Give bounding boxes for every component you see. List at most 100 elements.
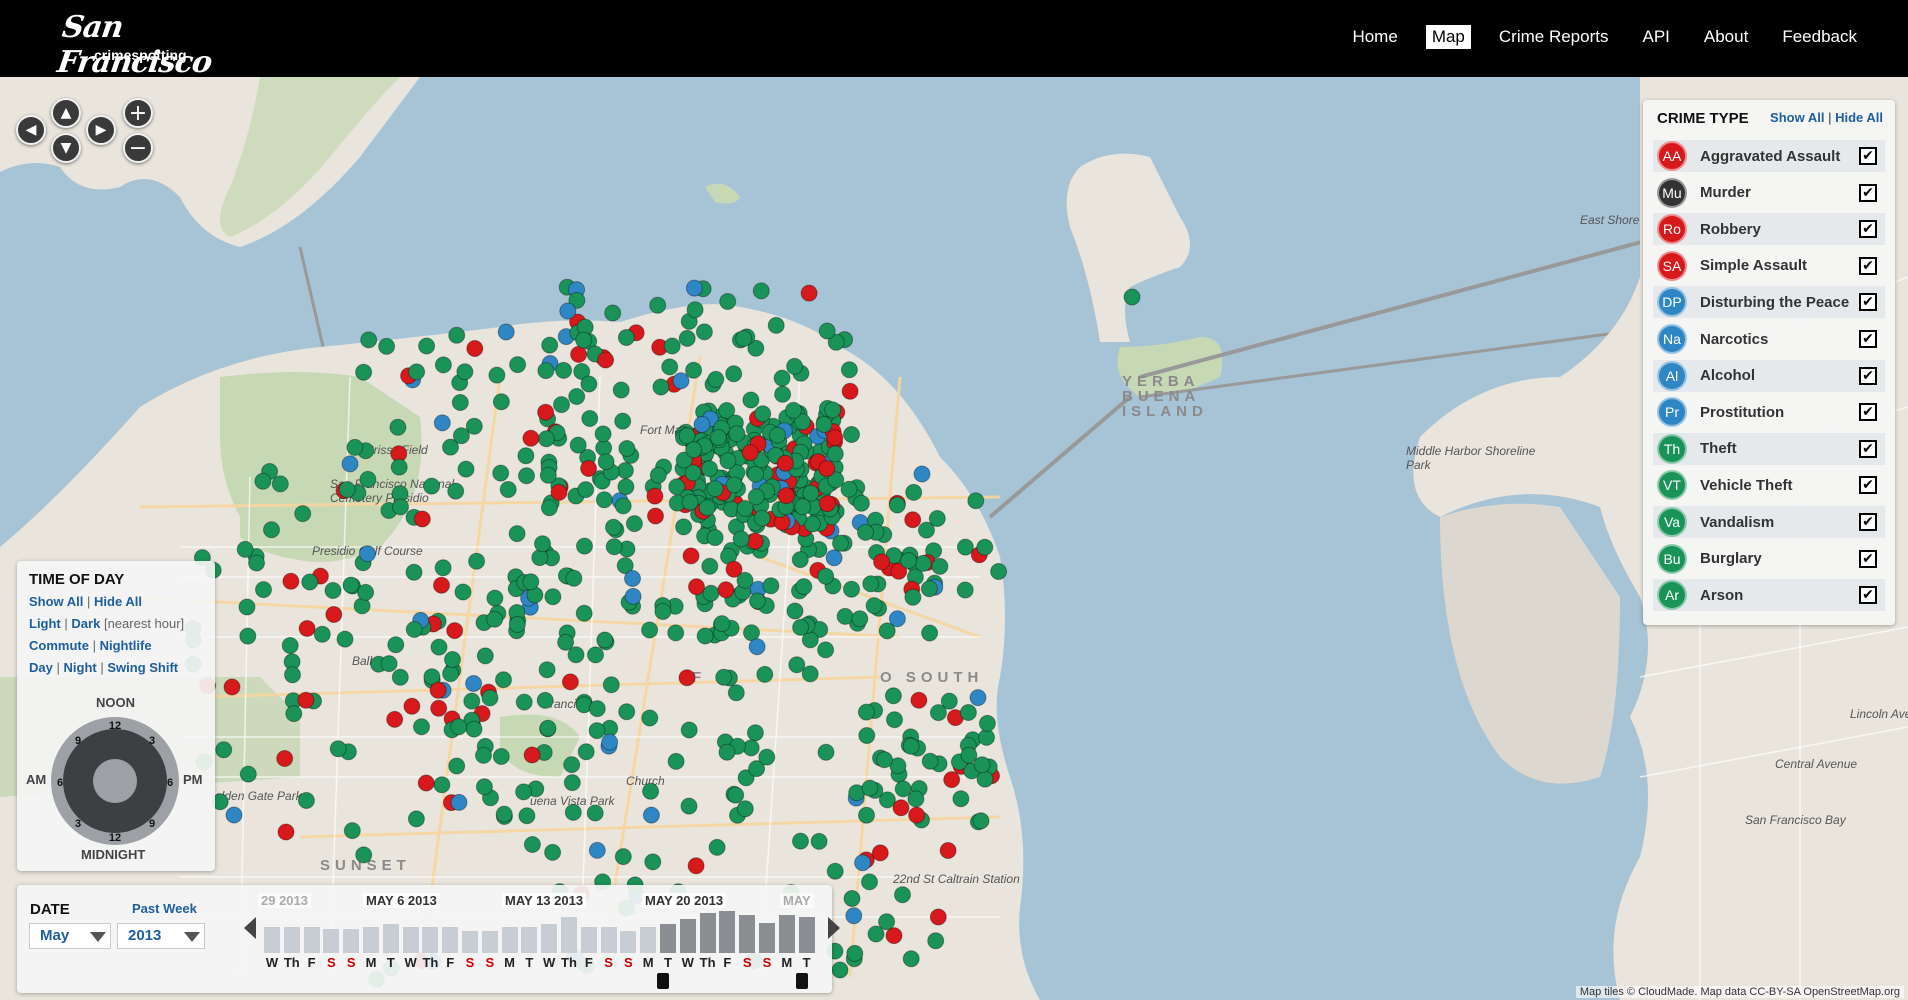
tod-show-all-link[interactable]: Show All <box>29 594 83 609</box>
crime-marker[interactable] <box>508 616 526 633</box>
crime-marker[interactable] <box>355 846 373 864</box>
crime-marker[interactable] <box>708 838 726 856</box>
crime-marker[interactable] <box>748 638 766 656</box>
crime-marker[interactable] <box>876 751 893 769</box>
crime-marker[interactable] <box>747 465 765 483</box>
crime-marker[interactable] <box>509 356 527 374</box>
crime-marker[interactable] <box>537 430 555 448</box>
timeline-day-bar[interactable] <box>719 911 736 953</box>
crime-marker[interactable] <box>905 483 923 501</box>
crime-marker[interactable] <box>818 495 836 513</box>
crime-marker[interactable] <box>238 598 256 616</box>
crime-marker[interactable] <box>497 323 515 341</box>
timeline-day-bar[interactable] <box>640 926 657 953</box>
crime-marker[interactable] <box>649 466 667 484</box>
crime-marker[interactable] <box>588 841 606 859</box>
crime-marker[interactable] <box>587 646 604 664</box>
nav-home[interactable]: Home <box>1346 25 1403 49</box>
crime-marker[interactable] <box>536 691 554 709</box>
crime-marker[interactable] <box>776 454 794 472</box>
crime-marker[interactable] <box>928 510 946 527</box>
crime-type-row[interactable]: Ro Robbery ✔ <box>1653 213 1885 246</box>
tod-day-link[interactable]: Day <box>29 660 53 675</box>
crime-marker[interactable] <box>719 293 737 310</box>
crime-marker[interactable] <box>413 510 431 528</box>
crime-marker[interactable] <box>301 573 319 591</box>
crime-marker[interactable] <box>978 714 996 732</box>
crime-marker[interactable] <box>791 551 809 569</box>
nav-about[interactable]: About <box>1698 25 1754 49</box>
crime-marker[interactable] <box>407 810 425 828</box>
crime-marker[interactable] <box>824 401 842 419</box>
crime-marker[interactable] <box>423 477 441 495</box>
crime-marker[interactable] <box>325 606 343 623</box>
crime-marker[interactable] <box>952 790 970 808</box>
pan-up-button[interactable]: ▲ <box>51 98 81 128</box>
past-week-link[interactable]: Past Week <box>132 901 197 916</box>
crime-marker[interactable] <box>555 361 573 379</box>
crime-marker[interactable] <box>624 570 641 587</box>
crime-marker[interactable] <box>858 806 875 824</box>
crime-marker[interactable] <box>523 836 541 853</box>
crime-marker[interactable] <box>908 806 926 824</box>
crime-marker[interactable] <box>463 692 481 710</box>
crime-marker[interactable] <box>904 511 922 529</box>
month-select[interactable]: May <box>29 923 111 949</box>
crime-marker[interactable] <box>539 466 557 484</box>
crime-marker[interactable] <box>515 783 533 801</box>
crime-marker[interactable] <box>861 873 878 891</box>
crime-marker[interactable] <box>522 573 540 591</box>
crime-type-row[interactable]: Bu Burglary ✔ <box>1653 543 1885 575</box>
crime-marker[interactable] <box>392 498 409 516</box>
crime-marker[interactable] <box>960 746 978 764</box>
crime-marker[interactable] <box>225 806 243 824</box>
crime-marker[interactable] <box>604 304 622 322</box>
crime-marker[interactable] <box>336 630 354 648</box>
timeline-day-bar[interactable] <box>660 923 676 953</box>
crime-marker[interactable] <box>534 535 551 553</box>
crime-marker[interactable] <box>904 588 922 606</box>
crime-marker[interactable] <box>871 844 889 862</box>
crime-marker[interactable] <box>774 385 792 403</box>
crime-marker[interactable] <box>413 718 430 736</box>
crime-marker[interactable] <box>845 907 863 925</box>
crime-marker[interactable] <box>967 492 985 510</box>
crime-marker[interactable] <box>581 410 599 427</box>
crime-marker[interactable] <box>794 498 812 516</box>
crime-marker[interactable] <box>735 330 753 347</box>
crime-marker[interactable] <box>454 583 472 601</box>
crime-marker[interactable] <box>921 752 939 770</box>
crime-marker[interactable] <box>747 488 765 506</box>
tod-commute-link[interactable]: Commute <box>29 638 89 653</box>
crime-type-row[interactable]: Va Vandalism ✔ <box>1653 506 1885 538</box>
crime-marker[interactable] <box>495 671 512 689</box>
time-of-day-clock[interactable]: 12 3 6 9 12 3 6 9 <box>49 715 181 847</box>
crime-type-row[interactable]: Ar Arson ✔ <box>1653 579 1885 612</box>
crime-marker[interactable] <box>418 337 436 355</box>
crime-marker[interactable] <box>667 752 685 770</box>
map-canvas[interactable]: Crissy Field San Francisco National Ceme… <box>0 77 1908 1000</box>
timeline-day-bar[interactable] <box>620 931 637 953</box>
crime-marker[interactable] <box>442 665 460 683</box>
crime-marker[interactable] <box>605 538 623 556</box>
crime-marker[interactable] <box>277 823 295 841</box>
crime-marker[interactable] <box>389 418 407 436</box>
crime-marker[interactable] <box>570 345 588 363</box>
crime-marker[interactable] <box>390 458 408 476</box>
crime-marker[interactable] <box>727 684 745 702</box>
crime-marker[interactable] <box>446 622 464 640</box>
crime-marker[interactable] <box>531 549 549 567</box>
crime-marker[interactable] <box>430 638 448 656</box>
timeline-day-bar[interactable] <box>759 922 775 953</box>
timeline-day-bar[interactable] <box>303 926 320 953</box>
crime-marker[interactable] <box>788 656 806 674</box>
crime-marker[interactable] <box>795 578 813 596</box>
crime-marker[interactable] <box>878 622 896 640</box>
crime-marker[interactable] <box>614 497 632 515</box>
crime-marker[interactable] <box>588 722 606 740</box>
crime-marker[interactable] <box>663 337 681 355</box>
crime-marker[interactable] <box>1123 288 1141 306</box>
crime-marker[interactable] <box>452 427 470 445</box>
crime-marker[interactable] <box>646 487 664 505</box>
crime-marker[interactable] <box>654 603 672 620</box>
